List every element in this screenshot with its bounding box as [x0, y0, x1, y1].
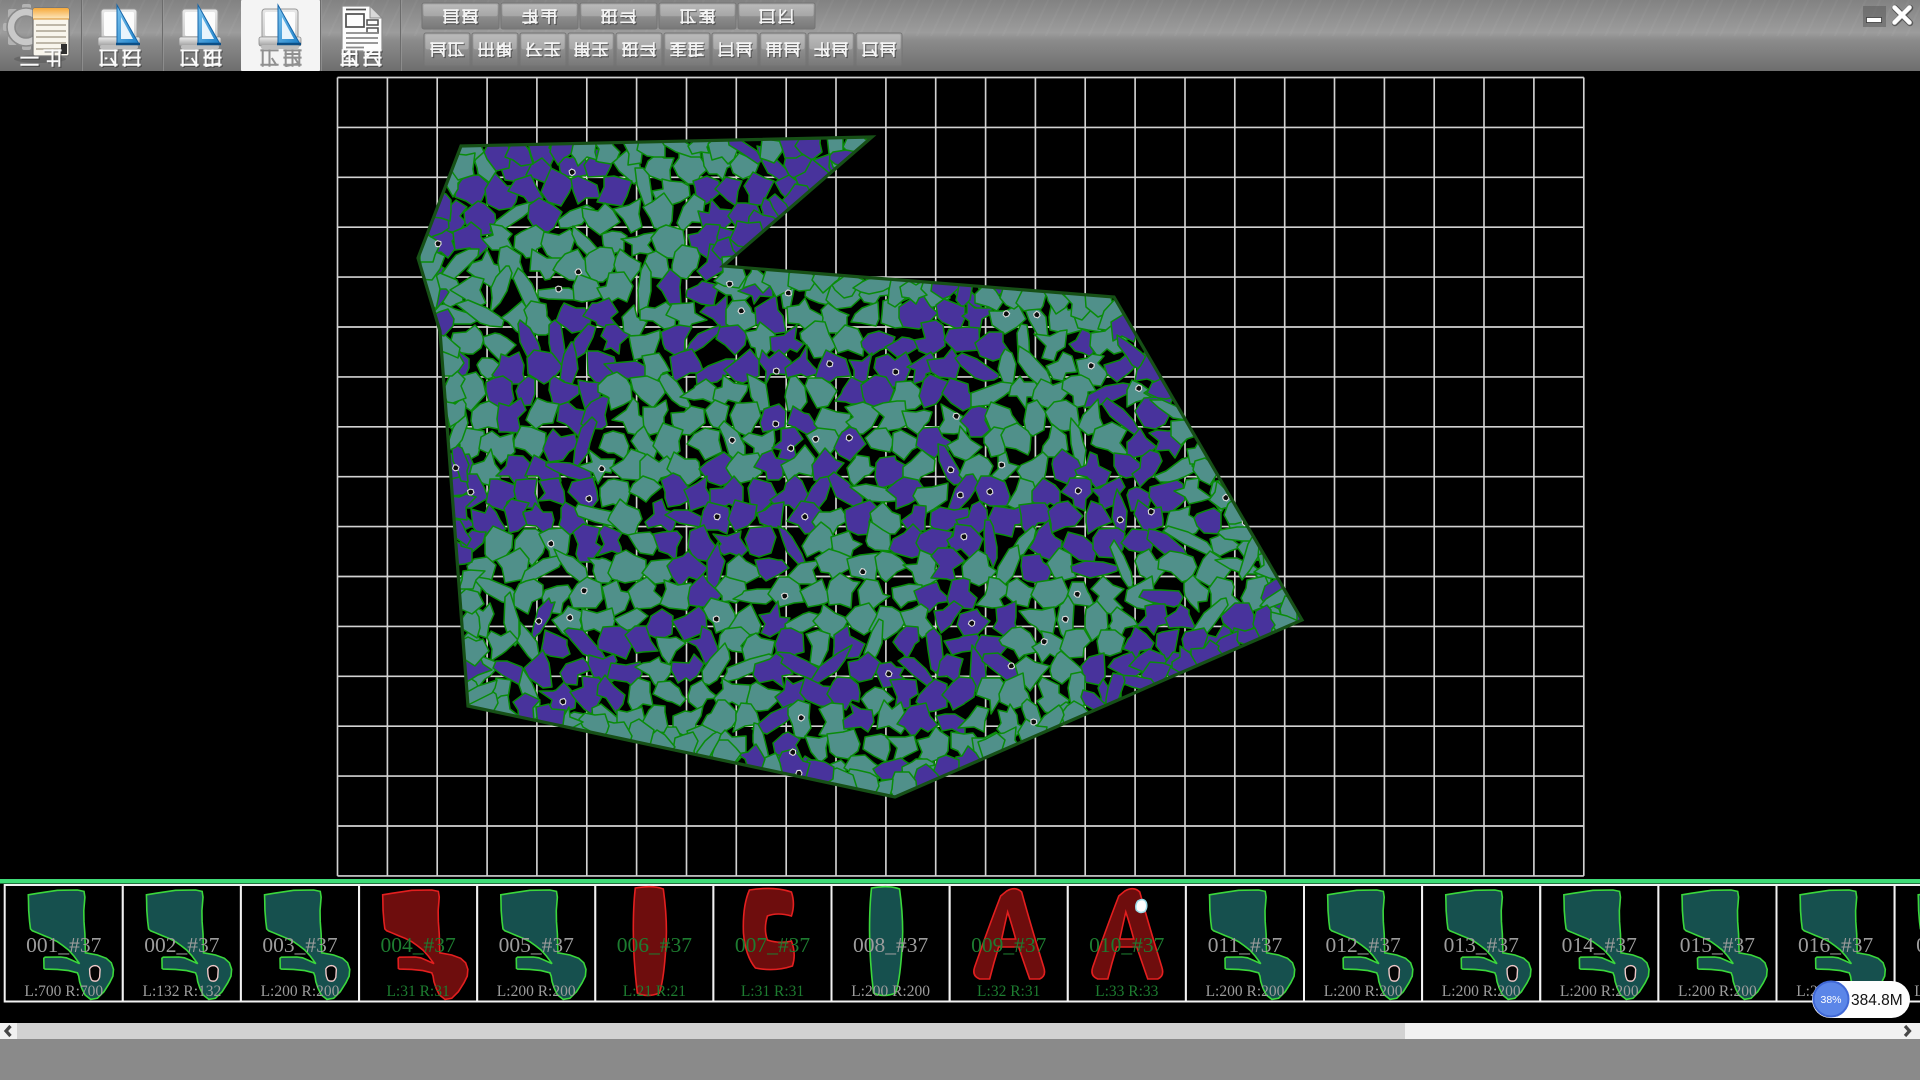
svg-text:L:132 R:132: L:132 R:132: [143, 983, 222, 1000]
svg-text:L:200 R:200: L:200 R:200: [1206, 983, 1285, 1000]
svg-text:L:33 R:33: L:33 R:33: [1095, 983, 1159, 1000]
svg-text:010_#37: 010_#37: [1089, 933, 1165, 957]
svg-text:L:200 R:200: L:200 R:200: [1914, 983, 1920, 1000]
svg-text:L:200 R:200: L:200 R:200: [497, 983, 576, 1000]
svg-text:38%: 38%: [1820, 994, 1841, 1006]
svg-text:L:200 R:200: L:200 R:200: [1560, 983, 1639, 1000]
svg-text:384.8M: 384.8M: [1851, 992, 1903, 1009]
svg-text:008_#37: 008_#37: [853, 933, 929, 957]
svg-text:L:200 R:200: L:200 R:200: [1324, 983, 1403, 1000]
svg-text:L:200 R:200: L:200 R:200: [1442, 983, 1521, 1000]
svg-text:001_#37: 001_#37: [26, 933, 102, 957]
svg-text:L:200 R:200: L:200 R:200: [851, 983, 930, 1000]
svg-text:017_#37: 017_#37: [1916, 933, 1920, 957]
svg-text:014_#37: 014_#37: [1562, 933, 1638, 957]
svg-text:009_#37: 009_#37: [971, 933, 1047, 957]
svg-text:007_#37: 007_#37: [735, 933, 811, 957]
svg-text:012_#37: 012_#37: [1325, 933, 1401, 957]
svg-text:005_#37: 005_#37: [499, 933, 575, 957]
svg-text:L:700 R:700: L:700 R:700: [24, 983, 103, 1000]
svg-text:L:31 R:31: L:31 R:31: [741, 983, 804, 1000]
svg-text:L:200 R:200: L:200 R:200: [1678, 983, 1757, 1000]
svg-text:003_#37: 003_#37: [262, 933, 338, 957]
svg-text:011_#37: 011_#37: [1208, 933, 1283, 957]
svg-text:L:200 R:200: L:200 R:200: [261, 983, 340, 1000]
svg-text:004_#37: 004_#37: [380, 933, 456, 957]
svg-text:006_#37: 006_#37: [617, 933, 693, 957]
svg-text:L:32 R:31: L:32 R:31: [977, 983, 1040, 1000]
svg-text:013_#37: 013_#37: [1444, 933, 1520, 957]
svg-text:015_#37: 015_#37: [1680, 933, 1756, 957]
svg-text:002_#37: 002_#37: [144, 933, 220, 957]
svg-text:L:31 R:31: L:31 R:31: [386, 983, 449, 1000]
svg-text:016_#37: 016_#37: [1798, 933, 1874, 957]
svg-text:L:21 R:21: L:21 R:21: [623, 983, 686, 1000]
